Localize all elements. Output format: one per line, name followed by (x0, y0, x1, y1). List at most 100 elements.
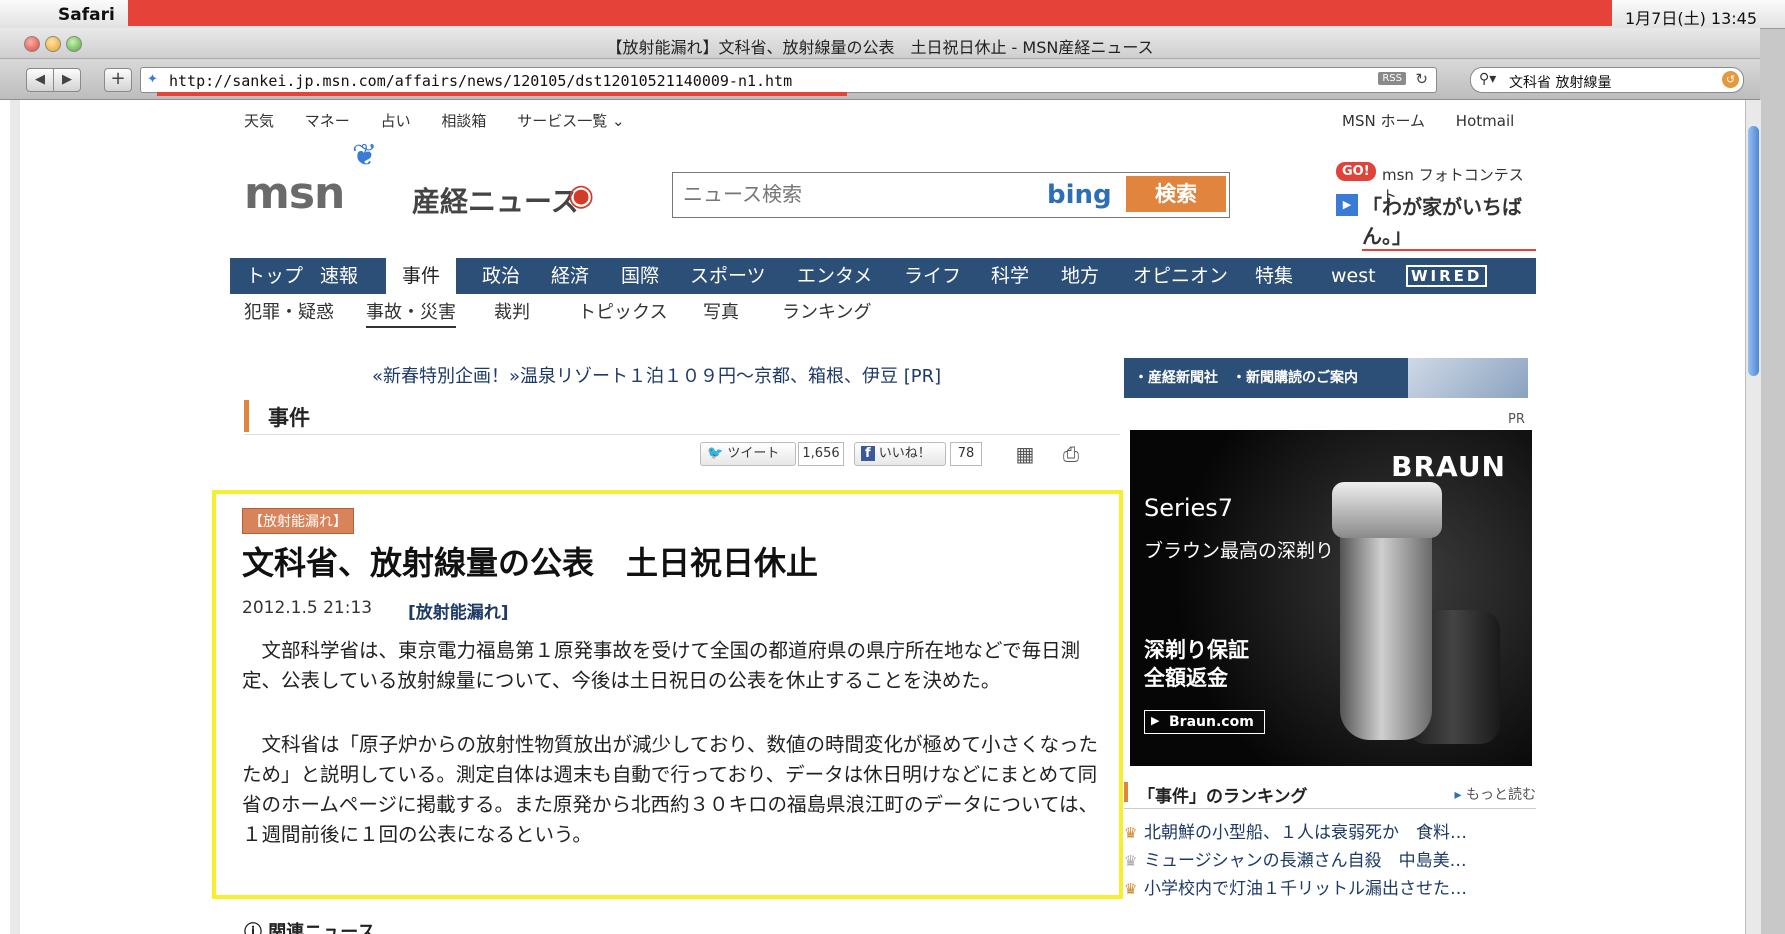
nav-features[interactable]: 特集 (1255, 258, 1293, 294)
nav-west[interactable]: west (1331, 258, 1376, 294)
news-search-input[interactable] (681, 179, 1025, 209)
braun-advertisement[interactable]: BRAUN Series7 ブラウン最高の深剃り 深剃り保証 全額返金 Brau… (1130, 430, 1532, 766)
subnav-accidents[interactable]: 事故・災害 (366, 298, 456, 328)
article-topic-tag[interactable]: 【放射能漏れ】 (242, 508, 354, 534)
nav-science[interactable]: 科学 (991, 258, 1029, 294)
top-link-hotmail[interactable]: Hotmail (1456, 112, 1514, 130)
ad-series: Series7 (1144, 494, 1234, 522)
top-link-advice[interactable]: 相談箱 (441, 112, 486, 130)
ad-guarantee-badge: 深剃り保証 全額返金 (1144, 636, 1249, 692)
nav-life[interactable]: ライフ (904, 258, 961, 294)
ad-pr-label: PR (1508, 412, 1525, 427)
scrollbar-thumb[interactable] (1748, 126, 1759, 376)
subnav-ranking[interactable]: ランキング (782, 298, 871, 324)
main-navigation: トップ 速報 事件 政治 経済 国際 スポーツ エンタメ ライフ 科学 地方 オ… (230, 258, 1536, 294)
share-bookmark-icon[interactable]: ▦ (1012, 442, 1038, 466)
nav-economy[interactable]: 経済 (551, 258, 589, 294)
rank-3-crown-icon: ♛ (1124, 880, 1138, 898)
subnav-crime[interactable]: 犯罪・疑惑 (244, 298, 334, 324)
ad-badge-line-1: 深剃り保証 (1144, 638, 1249, 662)
ranking-title: 「事件」のランキング (1138, 787, 1308, 807)
nav-sports[interactable]: スポーツ (690, 258, 766, 294)
ranking-item-text: 北朝鮮の小型船、１人は衰弱死か 食料… (1144, 823, 1467, 843)
ranking-more-label: もっと読む (1466, 787, 1536, 803)
subnav-trials[interactable]: 裁判 (494, 298, 530, 324)
ranking-item-text: 小学校内で灯油１千リットル漏出させた… (1144, 879, 1467, 899)
ranking-accent-bar (1124, 782, 1128, 802)
menu-bar-clock[interactable]: 1月7日(土) 13:45 (1625, 5, 1757, 29)
msn-butterfly-icon: ❦ (352, 138, 378, 173)
nav-local[interactable]: 地方 (1061, 258, 1099, 294)
top-link-msn-home[interactable]: MSN ホーム (1342, 112, 1425, 130)
promo-link[interactable]: «新春特別企画！»温泉リゾート１泊１０９円～京都、箱根、伊豆 [PR] (372, 362, 941, 388)
news-search-button[interactable]: 検索 (1126, 176, 1226, 212)
address-bar[interactable]: ✦ http://sankei.jp.msn.com/affairs/news/… (140, 67, 1437, 96)
tweet-label: ツイート (727, 446, 780, 461)
forward-button[interactable]: ▶ (53, 68, 81, 92)
rss-button[interactable]: RSS (1378, 72, 1406, 85)
facebook-like-button[interactable]: f いいね！ (854, 442, 946, 466)
nav-wired[interactable]: WIRED (1406, 265, 1488, 287)
app-menu-safari[interactable]: Safari (58, 5, 115, 25)
braun-logo: BRAUN (1391, 450, 1506, 483)
nav-international[interactable]: 国際 (621, 258, 659, 294)
background-window-edge (10, 100, 20, 934)
article-date-topic-link[interactable]: [放射能漏れ] (408, 598, 509, 623)
photo-contest-title: 「わが家がいちばん。」 (1362, 191, 1536, 251)
nav-incidents[interactable]: 事件 (386, 258, 457, 294)
nav-entertainment[interactable]: エンタメ (797, 258, 872, 294)
sankei-logo-mark-icon: ◉ (568, 178, 595, 213)
article-paragraph-2: 文科省は「原子炉からの放射性物質放出が減少しており、数値の時間変化が極めて小さく… (242, 733, 1099, 846)
article-paragraph-1: 文部科学省は、東京電力福島第１原発事故を受けて全国の都道府県の県庁所在地などで毎… (242, 639, 1081, 692)
sub-navigation: 犯罪・疑惑 事故・災害 裁判 トピックス 写真 ランキング (230, 296, 1536, 328)
address-bar-url[interactable]: http://sankei.jp.msn.com/affairs/news/12… (169, 72, 792, 90)
subscription-banner[interactable]: ・産経新聞社 ・新聞購読のご案内 (1124, 358, 1528, 398)
top-links-left: 天気 マネー 占い 相談箱 サービス一覧 ⌄ (244, 110, 651, 131)
top-link-services[interactable]: サービス一覧 ⌄ (517, 112, 624, 130)
arrow-right-icon: ▸ (1454, 787, 1462, 803)
nav-breaking[interactable]: 速報 (320, 258, 358, 294)
top-link-money[interactable]: マネー (305, 112, 350, 130)
subnav-topics[interactable]: トピックス (578, 298, 667, 324)
vertical-scrollbar[interactable] (1745, 100, 1761, 934)
msn-logo[interactable]: msn (244, 168, 345, 219)
search-go-icon[interactable]: ↺ (1722, 71, 1739, 88)
news-search-box: bing 検索 (672, 172, 1230, 218)
tweet-count: 1,656 (798, 442, 844, 466)
tweet-button[interactable]: 🐦 ツイート (700, 442, 796, 466)
search-icon: ⚲▾ (1479, 71, 1497, 87)
ad-badge-line-2: 全額返金 (1144, 666, 1228, 690)
ranking-heading: 「事件」のランキング ▸ もっと読む (1124, 778, 1536, 809)
browser-search-field[interactable]: ⚲▾ 文科省 放射線量 ↺ (1470, 67, 1744, 93)
top-link-fortune[interactable]: 占い (381, 112, 411, 130)
top-link-weather[interactable]: 天気 (244, 112, 274, 130)
back-button[interactable]: ◀ (26, 68, 54, 92)
nav-top[interactable]: トップ (246, 258, 303, 294)
rank-2-crown-icon: ♛ (1124, 852, 1138, 870)
ad-braun-link[interactable]: Braun.com (1144, 710, 1265, 734)
newspaper-image (1408, 358, 1528, 398)
mac-menu-bar: Safari 1月7日(土) 13:45 (0, 0, 1785, 29)
ranking-item[interactable]: ♛ 北朝鮮の小型船、１人は衰弱死か 食料… (1124, 818, 1467, 843)
photo-contest-banner[interactable]: GO! msn フォトコンテスト ▶ 「わが家がいちばん。」 (1336, 162, 1536, 251)
nav-opinion[interactable]: オピニオン (1133, 258, 1228, 294)
related-news-label: 関連ニュース (268, 922, 376, 934)
add-bookmark-button[interactable]: + (104, 68, 132, 92)
menu-bar-highlight (128, 0, 1612, 26)
like-count: 78 (950, 442, 982, 466)
ranking-item[interactable]: ♛ 小学校内で灯油１千リットル漏出させた… (1124, 874, 1467, 899)
sankei-news-logo[interactable]: 産経ニュース (412, 180, 579, 220)
nav-politics[interactable]: 政治 (482, 258, 520, 294)
category-accent-bar (244, 400, 249, 432)
page-load-progress (157, 92, 847, 96)
site-favicon-icon: ✦ (147, 72, 158, 87)
reload-icon[interactable]: ↻ (1415, 70, 1428, 88)
subnav-photos[interactable]: 写真 (703, 298, 739, 324)
article-body: 【放射能漏れ】 文科省、放射線量の公表 土日祝日休止 2012.1.5 21:1… (212, 490, 1123, 899)
print-icon[interactable]: ⎙ (1058, 442, 1084, 466)
article-date: 2012.1.5 21:13 (242, 598, 373, 618)
ranking-more-link[interactable]: ▸ もっと読む (1455, 784, 1536, 804)
ranking-item[interactable]: ♛ ミュージシャンの長瀬さん自殺 中島美… (1124, 846, 1467, 871)
browser-search-query[interactable]: 文科省 放射線量 (1509, 72, 1611, 92)
top-links-right: MSN ホーム Hotmail (1342, 110, 1540, 131)
